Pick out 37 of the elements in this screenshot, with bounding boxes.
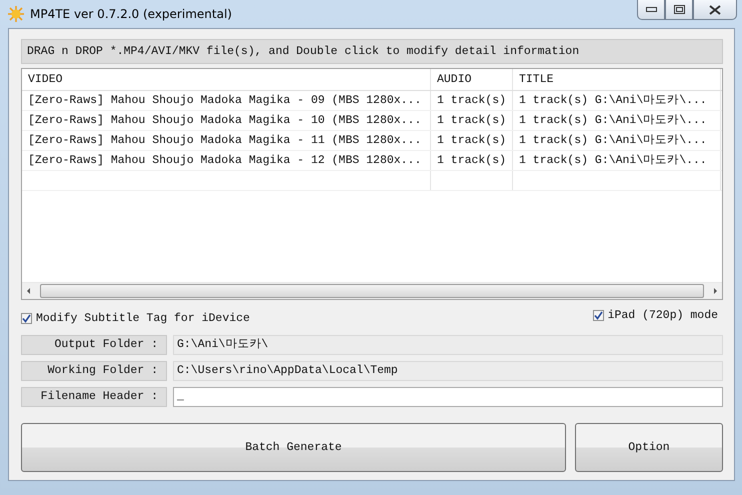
column-header[interactable]: VIDEO — [22, 69, 431, 90]
input-field[interactable]: C:\Users\rino\AppData\Local\Temp — [173, 361, 723, 381]
table-cell: [Zero-Raws] Mahou Shoujo Madoka Magika - 10 (MBS 1280x... — [22, 111, 431, 130]
maximize-icon — [674, 5, 684, 14]
column-header[interactable]: AUDIO — [431, 69, 513, 90]
checkbox[interactable] — [592, 310, 604, 321]
option-button[interactable]: Option — [575, 423, 723, 472]
table-cell: [Zero-Raws] Mahou Shoujo Madoka Magika - 09 (MBS 1280x... — [22, 91, 431, 110]
table-cell: 1 track(s) — [431, 111, 513, 130]
checkbox-label: iPad (720p) mode — [608, 309, 718, 322]
table-cell: 1 track(s) G:\Ani\마도카\... — [513, 111, 721, 130]
close-icon — [709, 4, 721, 14]
drop-hint: DRAG n DROP *.MP4/AVI/MKV file(s), and Double click to modify detail information — [21, 39, 723, 64]
table-cell: 1 track(s) G:\Ani\마도카\... — [513, 91, 721, 110]
minimize-button[interactable] — [637, 0, 665, 20]
window-title: MP4TE ver 0.7.2.0 (experimental) — [30, 7, 232, 21]
input-field[interactable]: _ — [173, 387, 723, 407]
table-cell: 1 track(s) G:\Ani\마도카\... — [513, 131, 721, 150]
table-cell: 1 track(s) — [431, 151, 513, 170]
minimize-icon — [646, 6, 656, 12]
field-label: Output Folder : — [21, 335, 167, 355]
column-header[interactable]: TITLE — [513, 69, 721, 90]
table-cell: [Zero-Raws] Mahou Shoujo Madoka Magika - 11 (MBS 1280x... — [22, 131, 431, 150]
checkbox-label: Modify Subtitle Tag for iDevice — [36, 312, 250, 325]
sun-icon — [8, 6, 24, 22]
field-label: Filename Header : — [21, 387, 167, 407]
table-cell: 1 track(s) — [431, 91, 513, 110]
table-cell: 1 track(s) — [431, 131, 513, 150]
input-field[interactable]: G:\Ani\마도카\ — [173, 335, 723, 355]
checkbox[interactable] — [21, 313, 32, 324]
table-cell: 1 track(s) G:\Ani\마도카\... — [513, 151, 721, 170]
close-button[interactable] — [693, 0, 737, 20]
scrollbar-thumb[interactable] — [40, 284, 704, 298]
maximize-button[interactable] — [665, 0, 693, 20]
field-label: Working Folder : — [21, 361, 167, 381]
generate-button[interactable]: Batch Generate — [21, 423, 566, 472]
table-cell: [Zero-Raws] Mahou Shoujo Madoka Magika - 12 (MBS 1280x... — [22, 151, 431, 170]
